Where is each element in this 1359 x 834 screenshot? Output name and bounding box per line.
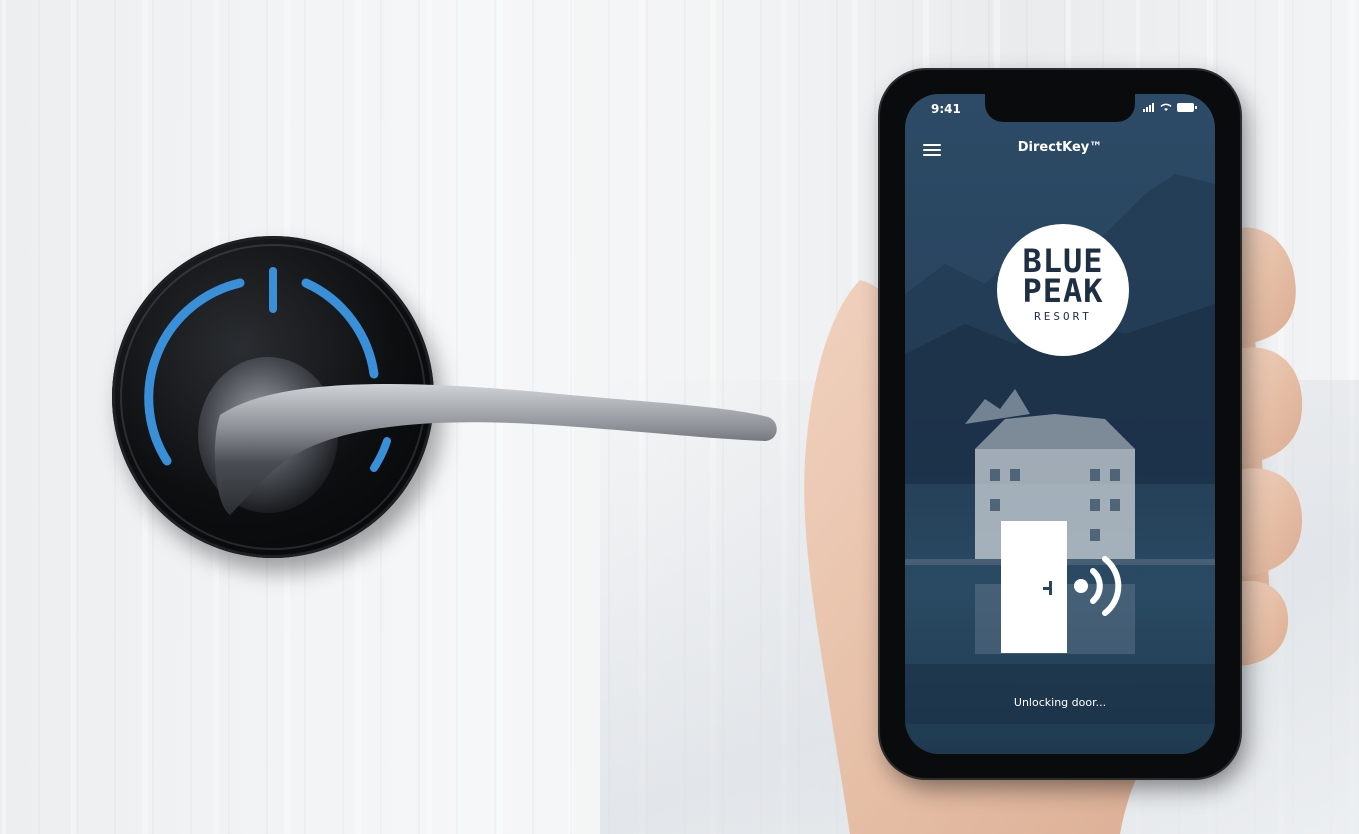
status-time: 9:41 [931,102,961,116]
finger-4 [1240,580,1289,666]
door-icon [1001,521,1067,653]
smartphone: 9:41 DirectKey™ BLUE PEAK RESORT Unlocki… [880,70,1240,778]
finger-2 [1235,347,1303,465]
app-title: DirectKey™ [1017,140,1103,155]
unlock-status-text: Unlocking door... [1013,696,1107,709]
product-scene: 9:41 DirectKey™ BLUE PEAK RESORT Unlocki… [0,0,1359,834]
door-handle-icon [1043,581,1052,595]
nfc-signal-icon [1074,556,1122,616]
status-icons [1143,103,1197,112]
door-lever-handle [198,357,777,515]
logo-line-2: PEAK [1022,272,1104,310]
logo-line-3: RESORT [1034,310,1092,323]
wifi-icon [1160,103,1172,111]
resort-logo: BLUE PEAK RESORT [997,224,1129,356]
finger-3 [1238,468,1302,576]
signal-icon [1143,103,1154,112]
phone-notch [985,94,1135,122]
battery-icon [1177,103,1197,112]
phone-screen: 9:41 DirectKey™ BLUE PEAK RESORT Unlocki… [905,94,1215,754]
